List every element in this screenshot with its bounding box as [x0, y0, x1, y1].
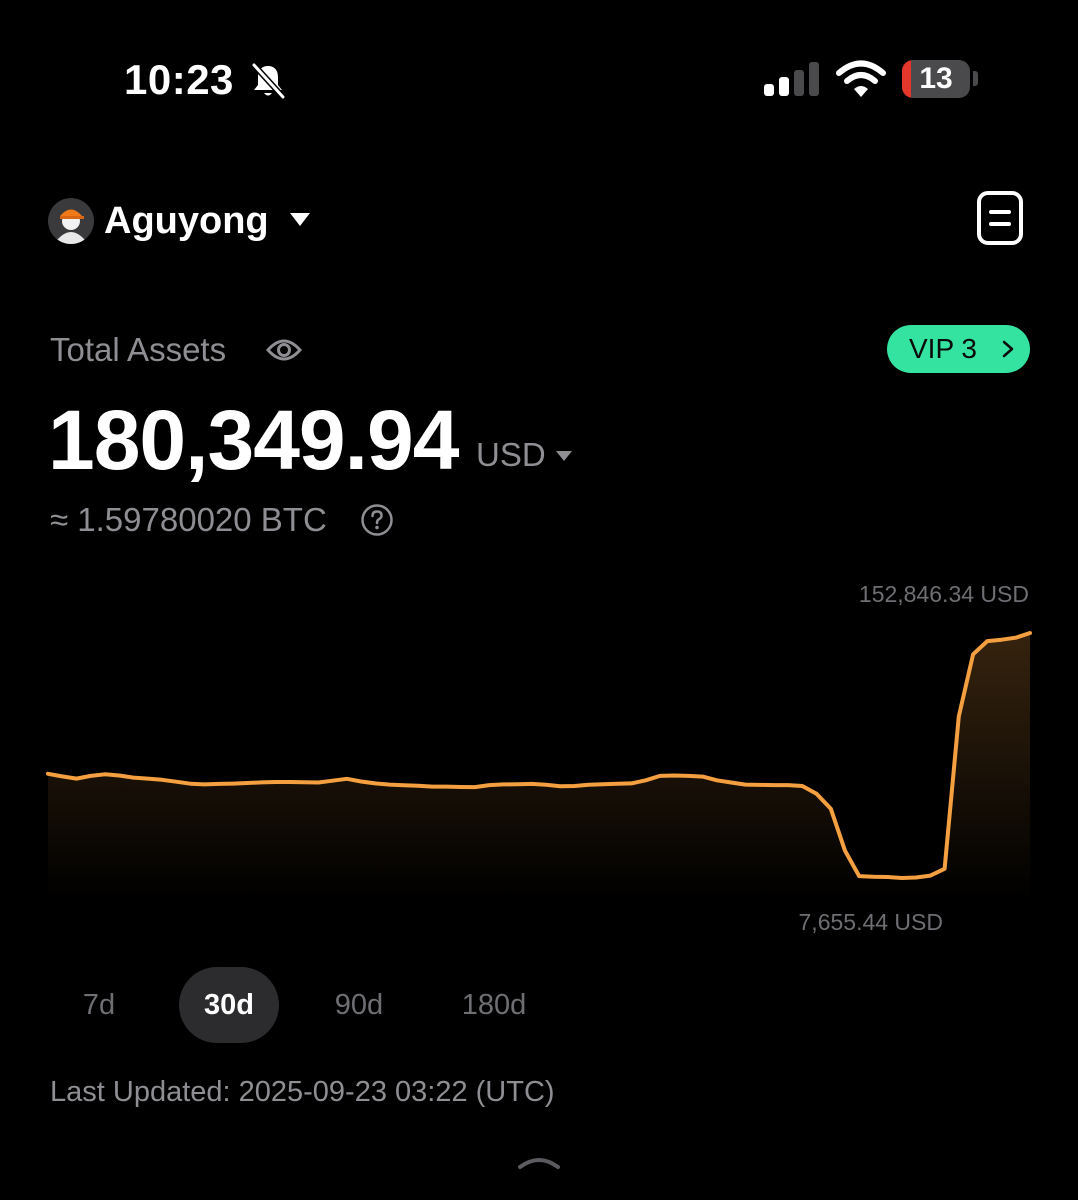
bell-slash-icon: [251, 62, 286, 100]
status-time: 10:23: [124, 56, 234, 103]
vip-level-button[interactable]: VIP 3: [887, 325, 1030, 373]
last-updated-text: Last Updated: 2025-09-23 03:22 (UTC): [50, 1076, 555, 1108]
wifi-icon: [836, 60, 886, 97]
currency-selector[interactable]: USD: [476, 435, 546, 475]
chevron-up-icon[interactable]: [516, 1150, 562, 1172]
currency-caret-icon[interactable]: [556, 451, 572, 461]
avatar-image: [48, 198, 94, 244]
eye-icon[interactable]: [266, 334, 302, 366]
vip-label: VIP 3: [909, 333, 977, 364]
dropdown-caret-icon[interactable]: [290, 213, 310, 226]
battery-percent: 13: [919, 62, 953, 95]
records-document-icon[interactable]: [976, 190, 1024, 246]
tab-30d[interactable]: 30d: [179, 967, 279, 1043]
total-balance: 180,349.94: [48, 393, 459, 487]
tab-90d[interactable]: 90d: [308, 967, 410, 1043]
account-name[interactable]: Aguyong: [104, 198, 269, 244]
battery-icon: 13: [902, 60, 970, 98]
total-assets-label: Total Assets: [50, 331, 227, 368]
chevron-right-icon: [1002, 340, 1014, 358]
chart-area-fill: [48, 633, 1030, 900]
chart-min-label: 7,655.44 USD: [798, 909, 943, 935]
help-circle-icon[interactable]: [360, 503, 394, 537]
tab-180d[interactable]: 180d: [438, 967, 550, 1043]
cellular-signal-icon: [764, 62, 819, 96]
assets-screen: 10:23 13 Aguyong Total Assets VIP 3 180,…: [0, 0, 1078, 1200]
asset-history-chart: [46, 631, 1032, 900]
battery-tip: [973, 71, 978, 86]
btc-equivalent: ≈ 1.59780020 BTC: [50, 501, 327, 538]
tab-7d[interactable]: 7d: [58, 967, 140, 1043]
avatar-icon[interactable]: [48, 198, 94, 244]
